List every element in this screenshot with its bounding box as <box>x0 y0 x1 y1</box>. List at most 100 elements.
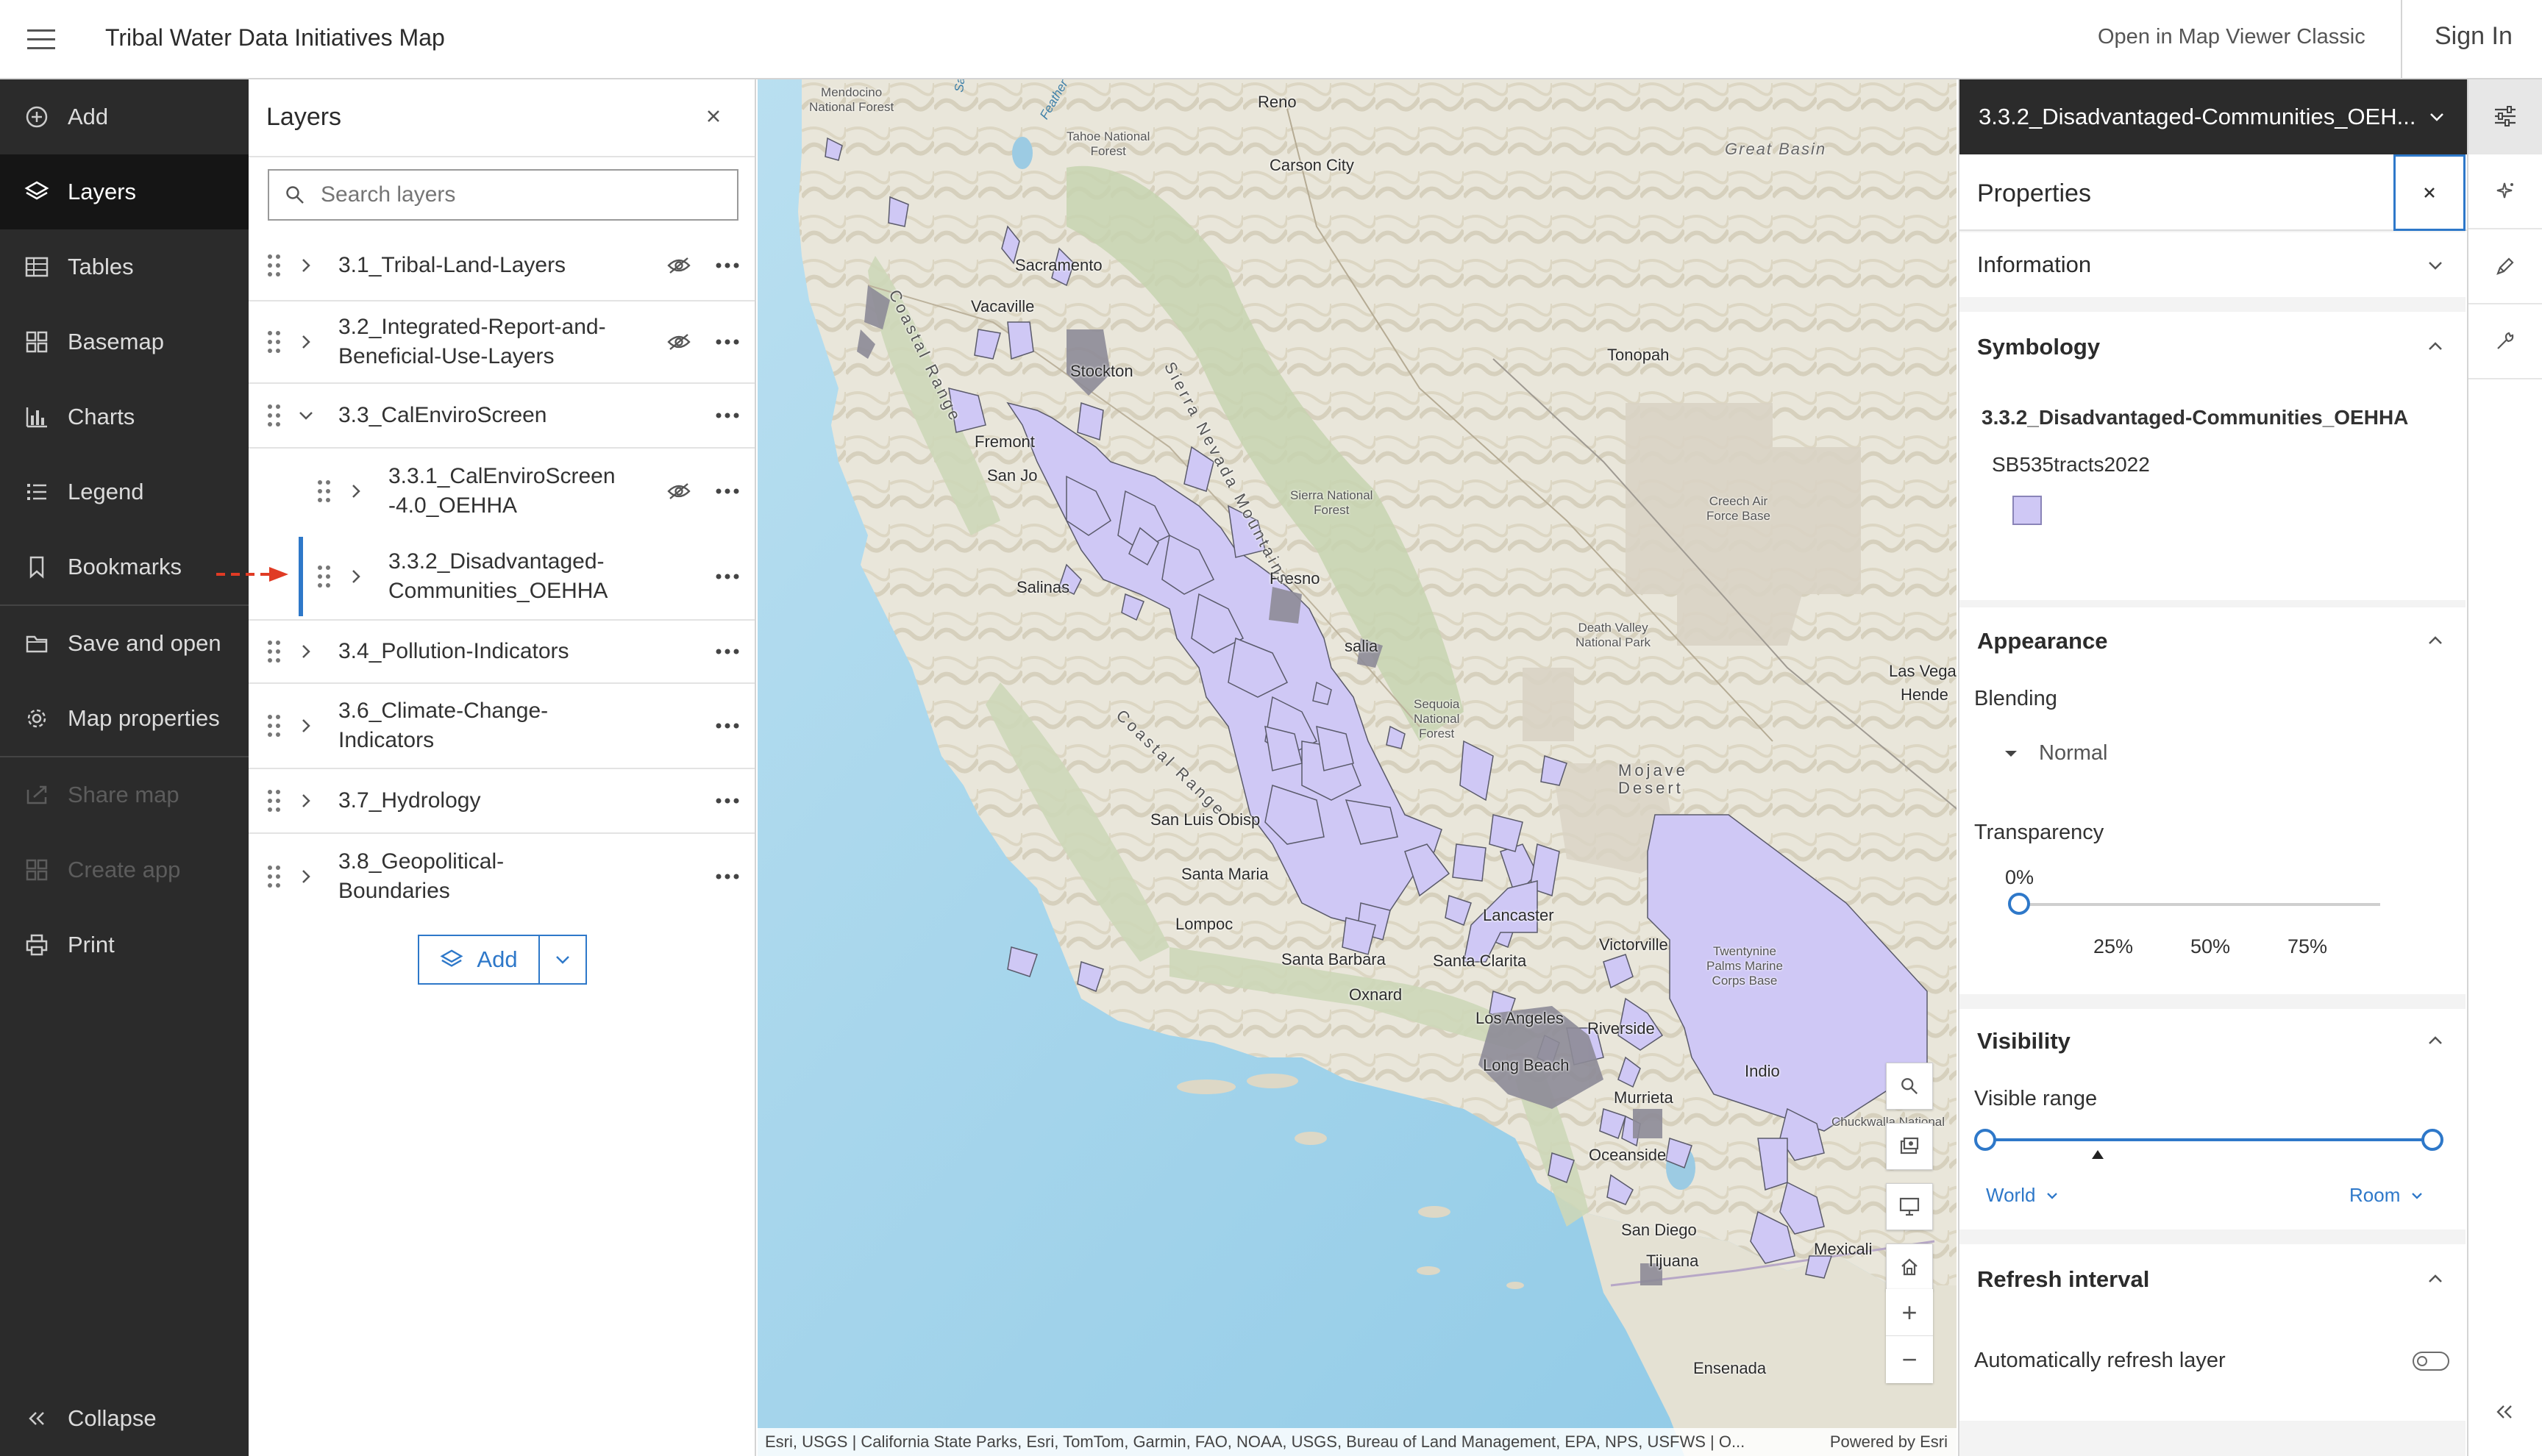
map-layers-tool-button[interactable] <box>1886 1123 1933 1170</box>
layer-row-3-7[interactable]: 3.7_Hydrology <box>249 769 755 834</box>
chevron-up-icon[interactable] <box>2427 341 2443 351</box>
properties-rail-button[interactable] <box>2468 79 2542 154</box>
map-label-ensenada: Ensenada <box>1693 1359 1767 1377</box>
nav-add[interactable]: Add <box>0 79 249 154</box>
chevron-right-icon[interactable] <box>300 333 312 351</box>
nav-print[interactable]: Print <box>0 907 249 982</box>
eye-hidden-icon[interactable] <box>666 481 691 502</box>
nav-tables[interactable]: Tables <box>0 229 249 304</box>
add-dropdown-chevron-icon[interactable] <box>540 936 585 983</box>
layer-selector-dropdown[interactable]: 3.3.2_Disadvantaged-Communities_OEH... <box>1959 79 2467 154</box>
nav-map-properties[interactable]: Map properties <box>0 681 249 756</box>
attribution-text[interactable]: Esri, USGS | California State Parks, Esr… <box>765 1432 1815 1452</box>
nav-basemap[interactable]: Basemap <box>0 304 249 379</box>
appearance-heading[interactable]: Appearance <box>1977 628 2107 654</box>
search-layers-input[interactable] <box>321 182 733 207</box>
more-options-icon[interactable] <box>715 338 740 346</box>
nav-bookmarks[interactable]: Bookmarks <box>0 529 249 604</box>
more-options-icon[interactable] <box>715 412 740 419</box>
map-view[interactable]: Reno Carson City Great Basin Sacramento … <box>758 79 1957 1456</box>
nav-charts[interactable]: Charts <box>0 379 249 454</box>
left-toolbar: Add Layers Tables Basemap Charts Legend … <box>0 79 249 1456</box>
map-display-button[interactable] <box>1886 1183 1933 1230</box>
chevron-up-icon[interactable] <box>2427 1274 2443 1284</box>
auto-refresh-toggle[interactable] <box>2413 1352 2449 1371</box>
symbology-heading[interactable]: Symbology <box>1977 334 2100 360</box>
styles-rail-button[interactable] <box>2468 229 2542 304</box>
more-options-icon[interactable] <box>715 262 740 269</box>
refresh-interval-heading[interactable]: Refresh interval <box>1977 1266 2149 1293</box>
layer-row-3-3-1[interactable]: 3.3.1_CalEnviroScreen -4.0_OEHHA <box>249 449 755 534</box>
drag-handle-icon[interactable] <box>266 788 282 813</box>
chevron-up-icon[interactable] <box>2427 1035 2443 1046</box>
symbol-swatch[interactable] <box>2012 496 2042 525</box>
search-layers-field[interactable] <box>268 169 738 221</box>
chevron-right-icon[interactable] <box>300 257 312 274</box>
blending-dropdown[interactable]: Normal <box>2004 741 2107 766</box>
chevron-right-icon[interactable] <box>300 717 312 735</box>
drag-handle-icon[interactable] <box>266 713 282 738</box>
more-options-icon[interactable] <box>715 488 740 495</box>
eye-hidden-icon[interactable] <box>666 255 691 276</box>
transparency-slider-track[interactable] <box>2020 903 2380 906</box>
visible-range-min-thumb[interactable] <box>1974 1129 1996 1151</box>
more-options-icon[interactable] <box>715 797 740 804</box>
drag-handle-icon[interactable] <box>266 403 282 428</box>
map-label-san-jose: San Jo <box>987 466 1038 485</box>
transparency-slider-thumb[interactable] <box>2008 893 2030 915</box>
zoom-out-button[interactable]: − <box>1886 1336 1933 1383</box>
sign-in-button[interactable]: Sign In <box>2435 22 2513 51</box>
drag-handle-icon[interactable] <box>266 253 282 278</box>
more-options-icon[interactable] <box>715 648 740 655</box>
collapse-panel-icon[interactable] <box>2495 1403 2514 1421</box>
chevron-down-icon[interactable] <box>297 410 315 421</box>
more-options-icon[interactable] <box>715 573 740 580</box>
visible-range-max-thumb[interactable] <box>2421 1129 2443 1151</box>
layer-row-3-8[interactable]: 3.8_Geopolitical- Boundaries <box>249 834 755 919</box>
drag-handle-icon[interactable] <box>266 329 282 354</box>
visibility-heading[interactable]: Visibility <box>1977 1028 2071 1054</box>
layer-row-3-6[interactable]: 3.6_Climate-Change- Indicators <box>249 684 755 769</box>
layer-row-3-3[interactable]: 3.3_CalEnviroScreen <box>249 384 755 449</box>
chevron-down-icon[interactable] <box>2427 260 2443 271</box>
visible-range-track[interactable] <box>1987 1138 2438 1141</box>
more-options-icon[interactable] <box>715 722 740 729</box>
layer-row-3-2[interactable]: 3.2_Integrated-Report-and- Beneficial-Us… <box>249 301 755 384</box>
symbology-layer-name[interactable]: 3.3.2_Disadvantaged-Communities_OEHHA <box>1982 406 2408 429</box>
effects-rail-button[interactable] <box>2468 154 2542 229</box>
chevron-right-icon[interactable] <box>300 643 312 660</box>
home-button[interactable] <box>1886 1243 1933 1291</box>
close-properties-button[interactable] <box>2393 154 2466 231</box>
map-search-button[interactable] <box>1886 1063 1933 1110</box>
hamburger-menu-icon[interactable] <box>22 22 60 57</box>
chevron-right-icon[interactable] <box>300 868 312 885</box>
layer-row-3-4[interactable]: 3.4_Pollution-Indicators <box>249 621 755 684</box>
header-divider <box>2401 0 2402 78</box>
eye-hidden-icon[interactable] <box>666 332 691 352</box>
layer-row-3-3-2[interactable]: 3.3.2_Disadvantaged- Communities_OEHHA <box>249 534 755 621</box>
close-icon[interactable] <box>703 106 724 126</box>
chevron-right-icon[interactable] <box>350 482 362 500</box>
drag-handle-icon[interactable] <box>316 564 332 589</box>
configure-rail-button[interactable] <box>2468 304 2542 379</box>
layer-row-3-1[interactable]: 3.1_Tribal-Land-Layers <box>249 231 755 301</box>
drag-handle-icon[interactable] <box>316 479 332 504</box>
powered-by-esri[interactable]: Powered by Esri <box>1815 1432 1957 1452</box>
nav-layers[interactable]: Layers <box>0 154 249 229</box>
nav-save-and-open[interactable]: Save and open <box>0 606 249 681</box>
nav-legend[interactable]: Legend <box>0 454 249 529</box>
chevron-up-icon[interactable] <box>2427 635 2443 646</box>
drag-handle-icon[interactable] <box>266 639 282 664</box>
collapse-button[interactable]: Collapse <box>0 1381 249 1456</box>
open-in-map-viewer-classic-link[interactable]: Open in Map Viewer Classic <box>2098 25 2365 49</box>
max-scale-dropdown[interactable]: Room <box>2349 1184 2424 1207</box>
chevron-right-icon[interactable] <box>300 792 312 810</box>
chevron-right-icon[interactable] <box>350 568 362 585</box>
more-options-icon[interactable] <box>715 873 740 880</box>
zoom-in-button[interactable]: + <box>1886 1289 1933 1336</box>
disadvantaged-communities-layer[interactable] <box>758 79 1957 1456</box>
add-layer-button[interactable]: Add <box>419 936 540 983</box>
min-scale-dropdown[interactable]: World <box>1986 1184 2059 1207</box>
information-section[interactable]: Information <box>1959 232 2467 297</box>
drag-handle-icon[interactable] <box>266 864 282 889</box>
